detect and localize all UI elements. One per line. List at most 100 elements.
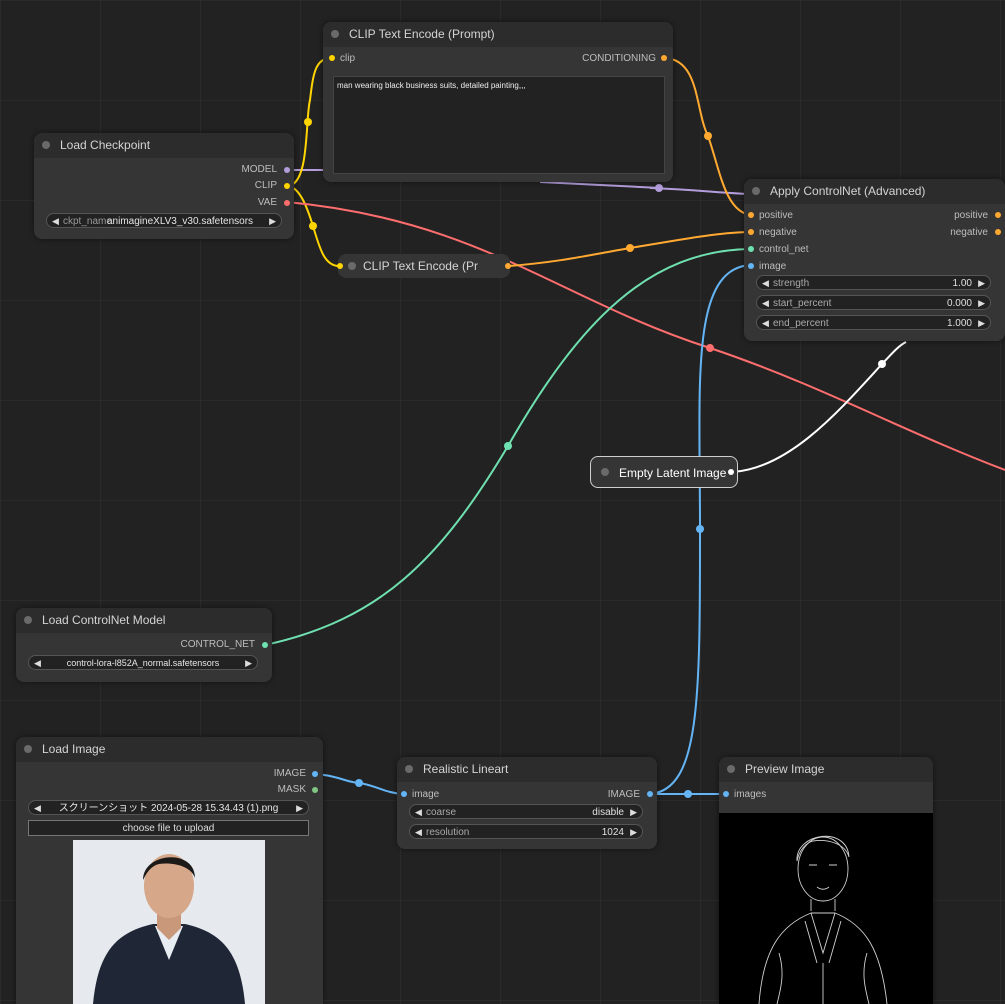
collapse-dot-icon[interactable] [752,187,760,195]
collapse-dot-icon[interactable] [24,745,32,753]
node-title-bar[interactable]: Load Image [16,737,323,762]
wire-conditioning-positive [664,57,752,216]
load-image-node[interactable]: Load Image IMAGE MASK ◀ スクリーンショット 2024-0… [16,737,323,1004]
collapse-dot-icon[interactable] [405,765,413,773]
arrow-right-icon[interactable]: ▶ [978,296,985,309]
widget-label: ckpt_name [63,216,112,227]
node-title-bar[interactable]: Load Checkpoint [34,133,294,158]
negative-output-label: negative [950,227,988,238]
arrow-left-icon[interactable]: ◀ [762,276,769,289]
collapse-dot-icon[interactable] [331,30,339,38]
mask-output-pin[interactable] [312,787,318,793]
resolution-slider[interactable]: ◀ resolution 1024 ▶ [409,824,643,839]
lineart-preview-image [719,813,933,1004]
coarse-combo[interactable]: ◀ coarse disable ▶ [409,804,643,819]
node-title: Load Checkpoint [60,138,151,152]
clip-output-pin[interactable] [284,183,290,189]
widget-label: strength [773,278,810,289]
image-output-label: IMAGE [607,789,640,800]
node-title-bar[interactable]: Apply ControlNet (Advanced) [744,179,1005,204]
prompt-textarea[interactable]: man wearing black business suits, detail… [333,76,665,174]
arrow-right-icon[interactable]: ▶ [269,214,276,227]
vae-output-pin[interactable] [284,200,290,206]
image-output-pin[interactable] [312,771,318,777]
preview-image-node[interactable]: Preview Image images [719,757,933,1004]
node-title: Preview Image [745,762,825,776]
collapse-dot-icon[interactable] [727,765,735,773]
wire-latent-midpoint [878,360,886,368]
clip-input-label: clip [340,53,356,64]
image-input-label: image [759,261,787,272]
arrow-right-icon[interactable]: ▶ [978,316,985,329]
conditioning-output-pin[interactable] [505,263,511,269]
control-net-name-combo[interactable]: ◀ control-lora-l852A_normal.safetensors … [28,655,258,670]
mask-output-label: MASK [277,784,306,795]
arrow-left-icon[interactable]: ◀ [34,656,41,669]
node-title-bar[interactable]: CLIP Text Encode (Prompt) [323,22,673,47]
apply-controlnet-advanced-node[interactable]: Apply ControlNet (Advanced) positive pos… [744,179,1005,341]
strength-slider[interactable]: ◀ strength 1.00 ▶ [756,275,991,290]
arrow-right-icon[interactable]: ▶ [978,276,985,289]
choose-file-upload-button[interactable]: choose file to upload [28,820,309,836]
clip-text-encode-prompt-node[interactable]: CLIP Text Encode (Prompt) clip CONDITION… [323,22,673,182]
arrow-left-icon[interactable]: ◀ [762,316,769,329]
positive-output-pin[interactable] [995,212,1001,218]
arrow-right-icon[interactable]: ▶ [630,825,637,838]
load-controlnet-model-node[interactable]: Load ControlNet Model CONTROL_NET ◀ cont… [16,608,272,682]
image-file-combo[interactable]: ◀ スクリーンショット 2024-05-28 15.34.43 (1).png … [28,800,309,815]
arrow-right-icon[interactable]: ▶ [296,801,303,814]
positive-input-pin[interactable] [748,212,754,218]
negative-output-pin[interactable] [995,229,1001,235]
control-net-input-label: control_net [759,244,809,255]
node-title-bar[interactable]: Preview Image [719,757,933,782]
realistic-lineart-node[interactable]: Realistic Lineart image IMAGE ◀ coarse d… [397,757,657,849]
wire-image-preview-midpoint [684,790,692,798]
clip-input-pin[interactable] [337,263,343,269]
node-title-bar[interactable]: Realistic Lineart [397,757,657,782]
collapse-dot-icon[interactable] [42,141,50,149]
collapse-dot-icon[interactable] [601,468,609,476]
wire-image-controlnet-midpoint [696,525,704,533]
conditioning-output-pin[interactable] [661,55,667,61]
control-net-input-pin[interactable] [748,246,754,252]
start-percent-slider[interactable]: ◀ start_percent 0.000 ▶ [756,295,991,310]
conditioning-output-label: CONDITIONING [582,53,656,64]
collapse-dot-icon[interactable] [348,262,356,270]
node-title-bar[interactable]: Load ControlNet Model [16,608,272,633]
control-net-output-label: CONTROL_NET [180,639,255,650]
clip-text-encode-collapsed-node[interactable]: CLIP Text Encode (Pr [337,254,511,278]
images-input-pin[interactable] [723,791,729,797]
widget-label: end_percent [773,318,829,329]
model-output-pin[interactable] [284,167,290,173]
image-input-pin[interactable] [401,791,407,797]
load-checkpoint-node[interactable]: Load Checkpoint MODEL CLIP VAE ◀ ckpt_na… [34,133,294,239]
arrow-left-icon[interactable]: ◀ [52,214,59,227]
image-input-pin[interactable] [748,263,754,269]
end-percent-slider[interactable]: ◀ end_percent 1.000 ▶ [756,315,991,330]
arrow-left-icon[interactable]: ◀ [415,825,422,838]
wire-conditioning-negative [508,231,752,267]
latent-output-pin[interactable] [728,469,734,475]
wire-clip-midpoint-1 [304,118,312,126]
positive-output-label: positive [954,210,988,221]
control-net-output-pin[interactable] [262,642,268,648]
wire-clip-midpoint-2 [309,222,317,230]
widget-value: スクリーンショット 2024-05-28 15.34.43 (1).png [58,803,279,814]
negative-input-pin[interactable] [748,229,754,235]
widget-value: control-lora-l852A_normal.safetensors [66,658,220,668]
ckpt-name-combo[interactable]: ◀ ckpt_name animagineXLV3_v30.safetensor… [46,213,282,228]
arrow-right-icon[interactable]: ▶ [245,656,252,669]
arrow-left-icon[interactable]: ◀ [762,296,769,309]
node-title: Realistic Lineart [423,762,509,776]
wire-clip-to-collapsed [286,185,340,267]
arrow-right-icon[interactable]: ▶ [630,805,637,818]
image-output-pin[interactable] [647,791,653,797]
wire-image-load-midpoint [355,779,363,787]
arrow-left-icon[interactable]: ◀ [415,805,422,818]
empty-latent-image-collapsed-node[interactable]: Empty Latent Image [590,456,738,488]
arrow-left-icon[interactable]: ◀ [34,801,41,814]
collapse-dot-icon[interactable] [24,616,32,624]
clip-input-pin[interactable] [329,55,335,61]
widget-value: 0.000 [946,298,972,309]
images-input-label: images [734,789,767,800]
